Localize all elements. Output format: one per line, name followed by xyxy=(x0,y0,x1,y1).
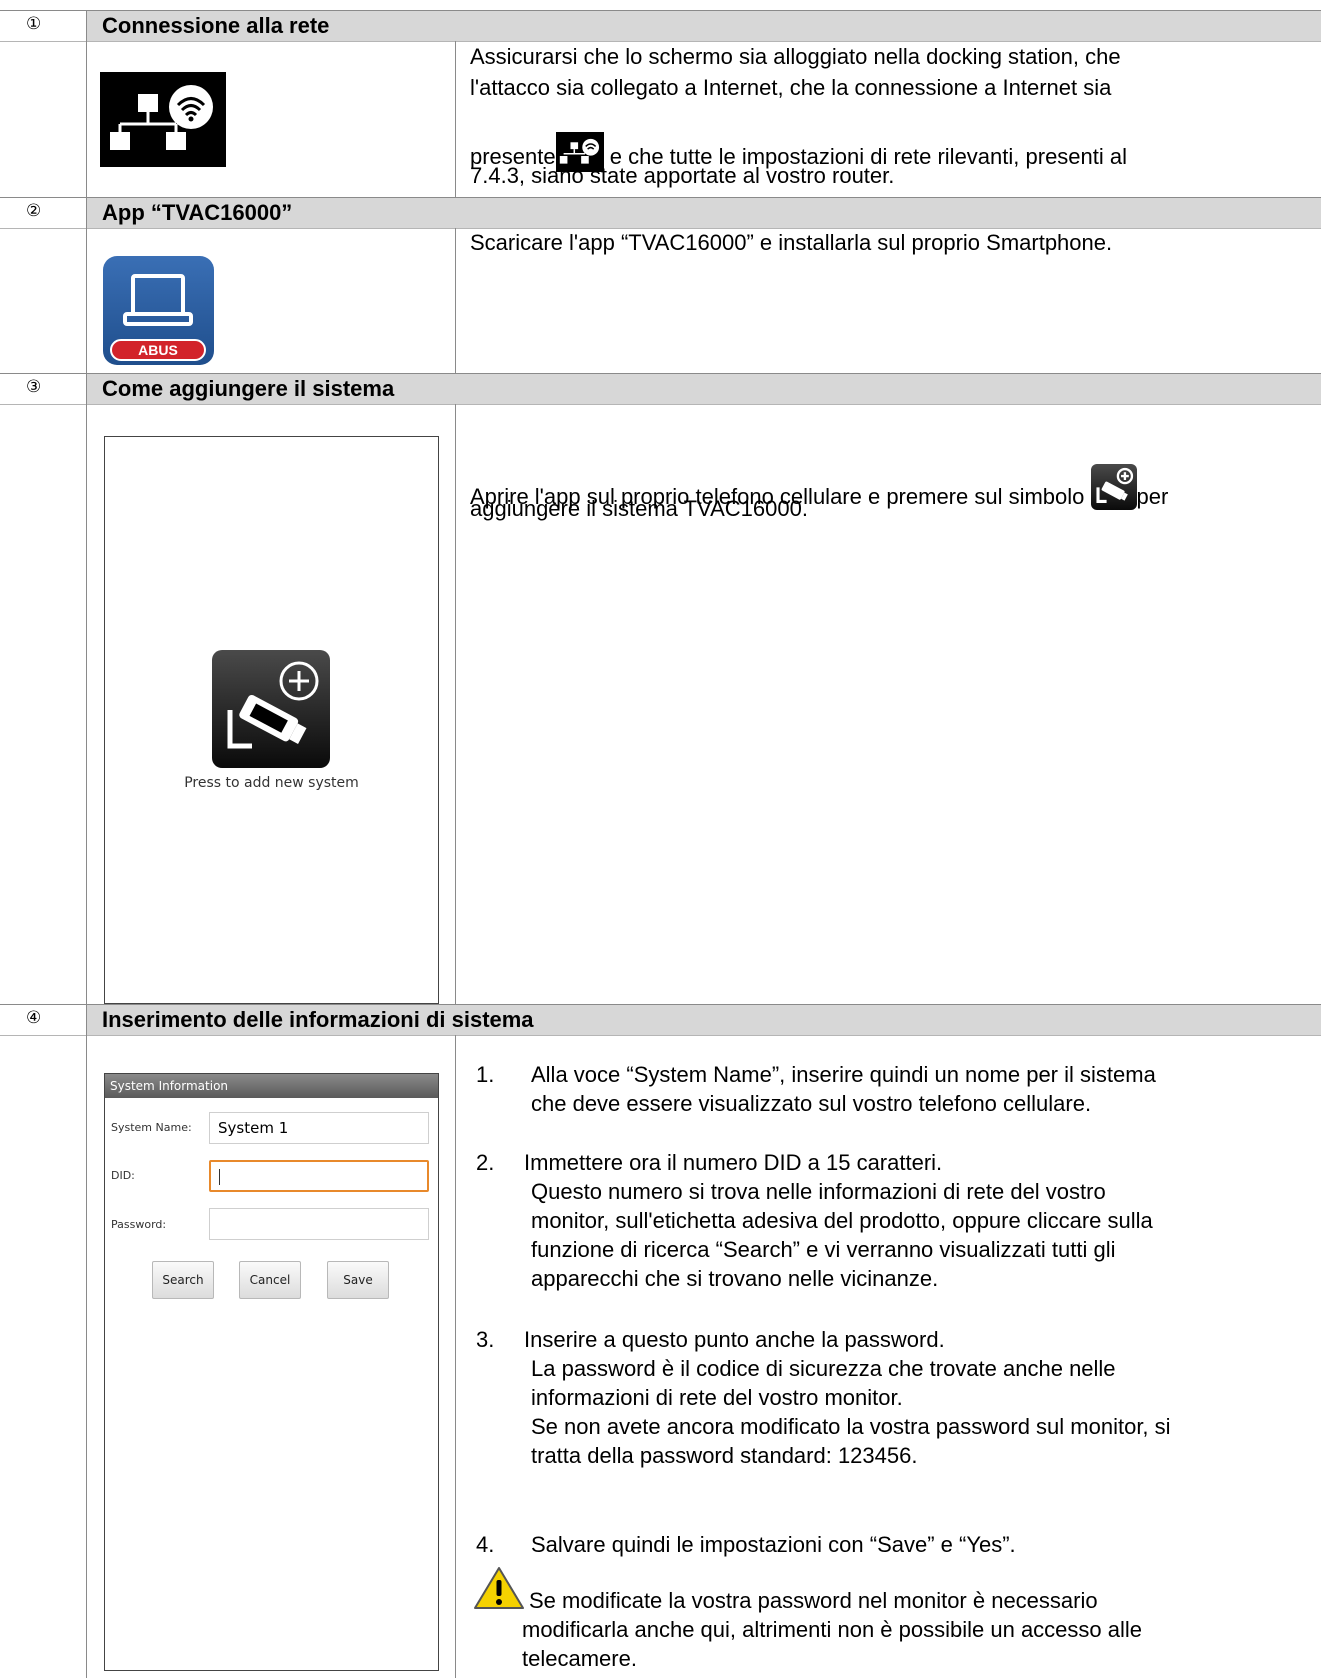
step-line: Questo numero si trova nelle informazion… xyxy=(531,1179,1106,1204)
row-divider xyxy=(0,197,1321,198)
section-number: ④ xyxy=(26,1008,42,1028)
search-button[interactable]: Search xyxy=(152,1261,214,1299)
section-title: App “TVAC16000” xyxy=(102,200,293,225)
did-label: DID: xyxy=(111,1169,135,1182)
step-line: Alla voce “System Name”, inserire quindi… xyxy=(531,1062,1156,1087)
phone-screen-add-system: Press to add new system xyxy=(104,436,439,1004)
section-3-text-line: aggiungere il sistema TVAC16000. xyxy=(470,496,808,521)
step-line: informazioni di rete del vostro monitor. xyxy=(531,1385,903,1410)
section-title: Connessione alla rete xyxy=(102,13,330,38)
abus-app-icon: ABUS xyxy=(103,256,214,365)
column-divider xyxy=(455,404,456,1004)
warning-line: telecamere. xyxy=(522,1646,637,1671)
column-divider xyxy=(455,228,456,373)
save-button[interactable]: Save xyxy=(327,1261,389,1299)
column-divider xyxy=(455,1035,456,1678)
section-number: ① xyxy=(26,14,42,34)
warning-note: Se modificate la vostra password nel mon… xyxy=(476,1586,1306,1673)
abus-logo-text: ABUS xyxy=(138,342,178,358)
section-number: ② xyxy=(26,201,42,221)
network-wifi-icon xyxy=(100,72,226,167)
row-divider xyxy=(0,373,1321,374)
add-system-label: Press to add new system xyxy=(184,775,359,791)
cancel-button[interactable]: Cancel xyxy=(239,1261,301,1299)
step-number: 1. xyxy=(476,1062,495,1087)
add-camera-icon xyxy=(1090,464,1137,510)
text-after-icon: per xyxy=(1136,484,1169,509)
step-line: tratta della password standard: 123456. xyxy=(531,1443,918,1468)
step-line: Immettere ora il numero DID a 15 caratte… xyxy=(524,1150,943,1175)
step-line: apparecchi che si trovano nelle vicinanz… xyxy=(531,1266,939,1291)
step-line: monitor, sull'etichetta adesiva del prod… xyxy=(531,1208,1153,1233)
row-divider xyxy=(0,404,1321,405)
section-2-text: Scaricare l'app “TVAC16000” e installarl… xyxy=(470,230,1113,255)
table-border-top xyxy=(0,10,1321,11)
step-line: che deve essere visualizzato sul vostro … xyxy=(531,1091,1092,1116)
step-number: 4. xyxy=(476,1532,495,1557)
section-title: Inserimento delle informazioni di sistem… xyxy=(102,1007,534,1032)
step-item: 2. Immettere ora il numero DID a 15 cara… xyxy=(476,1148,1306,1293)
password-label: Password: xyxy=(111,1218,167,1231)
step-item: 1. Alla voce “System Name”, inserire qui… xyxy=(476,1060,1306,1118)
step-number: 3. xyxy=(476,1327,495,1352)
system-name-label: System Name: xyxy=(111,1121,192,1134)
step-line: Se non avete ancora modificato la vostra… xyxy=(531,1414,1171,1439)
column-divider xyxy=(86,10,87,1678)
phone-screen-system-information: System Information System Name: System 1… xyxy=(104,1073,439,1671)
step-item: 3. Inserire a questo punto anche la pass… xyxy=(476,1325,1306,1470)
section-1-text-line: Assicurarsi che lo schermo sia alloggiat… xyxy=(470,44,1121,69)
form-title-bar: System Information xyxy=(105,1074,438,1098)
add-camera-button[interactable] xyxy=(212,650,330,768)
did-field[interactable] xyxy=(209,1160,429,1192)
step-number: 2. xyxy=(476,1150,495,1175)
warning-line: modificarla anche qui, altrimenti non è … xyxy=(522,1617,1143,1642)
row-divider xyxy=(0,1004,1321,1005)
section-number: ③ xyxy=(26,377,42,397)
step-line: Salvare quindi le impostazioni con “Save… xyxy=(531,1532,1016,1557)
step-line: funzione di ricerca “Search” e vi verran… xyxy=(531,1237,1116,1262)
password-field[interactable] xyxy=(209,1208,429,1240)
row-divider xyxy=(0,1035,1321,1036)
step-line: Inserire a questo punto anche la passwor… xyxy=(524,1327,945,1352)
step-line: La password è il codice di sicurezza che… xyxy=(531,1356,1116,1381)
system-name-field[interactable]: System 1 xyxy=(209,1112,429,1144)
section-1-text-line: l'attacco sia collegato a Internet, che … xyxy=(470,75,1112,100)
text-cursor xyxy=(219,1169,220,1185)
section-1-text-line: 7.4.3, siano state apportate al vostro r… xyxy=(470,163,895,188)
warning-line: Se modificate la vostra password nel mon… xyxy=(529,1588,1098,1613)
step-item: 4. Salvare quindi le impostazioni con “S… xyxy=(476,1530,1306,1559)
section-title: Come aggiungere il sistema xyxy=(102,376,395,401)
column-divider xyxy=(455,41,456,197)
